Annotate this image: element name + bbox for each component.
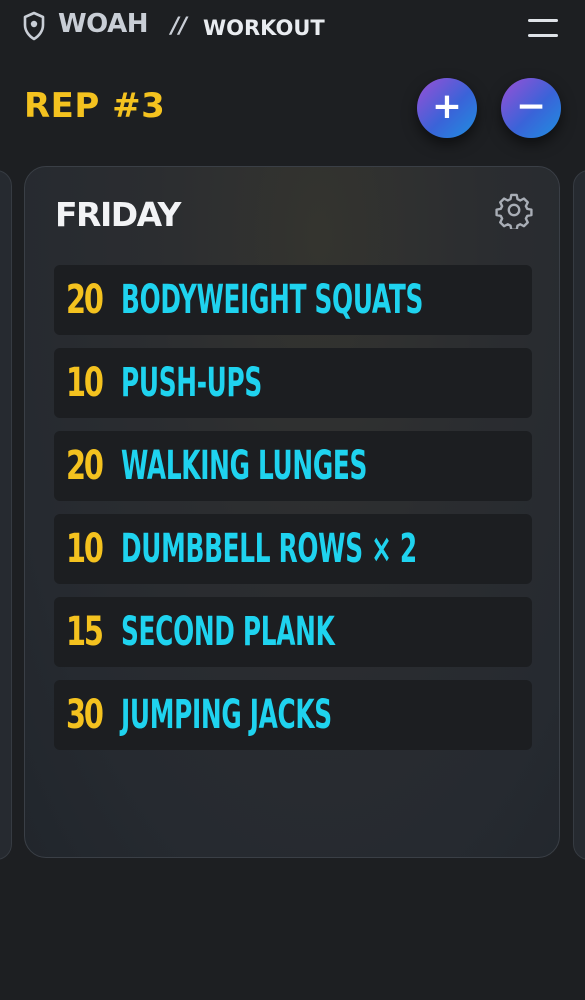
next-day-card[interactable] [573, 170, 585, 860]
exercise-count: 10 [66, 526, 104, 572]
top-bar: WOAH // WORKOUT [0, 0, 585, 56]
exercise-count: 15 [66, 609, 104, 655]
exercise-item[interactable]: 15 SECOND PLANK [54, 597, 532, 667]
exercise-name: DUMBBELL ROWS × 2 [121, 526, 417, 572]
hamburger-menu-icon[interactable] [528, 18, 560, 40]
exercise-count: 20 [66, 277, 104, 323]
exercise-item[interactable]: 20 WALKING LUNGES [54, 431, 532, 501]
add-rep-button[interactable]: + [417, 78, 477, 138]
exercise-list: 20 BODYWEIGHT SQUATS 10 PUSH-UPS 20 WALK… [54, 265, 532, 763]
exercise-item[interactable]: 10 DUMBBELL ROWS × 2 [54, 514, 532, 584]
breadcrumb-separator: // [171, 14, 188, 39]
exercise-item[interactable]: 10 PUSH-UPS [54, 348, 532, 418]
day-title: FRIDAY [55, 195, 181, 234]
exercise-item[interactable]: 30 JUMPING JACKS [54, 680, 532, 750]
app-brand: WOAH [58, 9, 148, 39]
gear-icon[interactable] [495, 191, 533, 229]
exercise-count: 20 [66, 443, 104, 489]
day-card: FRIDAY 20 BODYWEIGHT SQUATS 10 PUSH-UPS … [24, 166, 560, 858]
exercise-count: 30 [66, 692, 104, 738]
exercise-name: WALKING LUNGES [121, 443, 368, 489]
minus-icon: − [515, 86, 547, 127]
exercise-name: SECOND PLANK [121, 609, 335, 655]
previous-day-card[interactable] [0, 170, 12, 860]
exercise-count: 10 [66, 360, 104, 406]
plus-icon: + [431, 86, 463, 127]
exercise-name: JUMPING JACKS [121, 692, 332, 738]
exercise-name: PUSH-UPS [121, 360, 262, 406]
exercise-item[interactable]: 20 BODYWEIGHT SQUATS [54, 265, 532, 335]
remove-rep-button[interactable]: − [501, 78, 561, 138]
exercise-name: BODYWEIGHT SQUATS [121, 277, 424, 323]
section-title: WORKOUT [203, 16, 325, 40]
rep-title: REP #3 [24, 86, 166, 126]
shield-icon [23, 11, 45, 41]
